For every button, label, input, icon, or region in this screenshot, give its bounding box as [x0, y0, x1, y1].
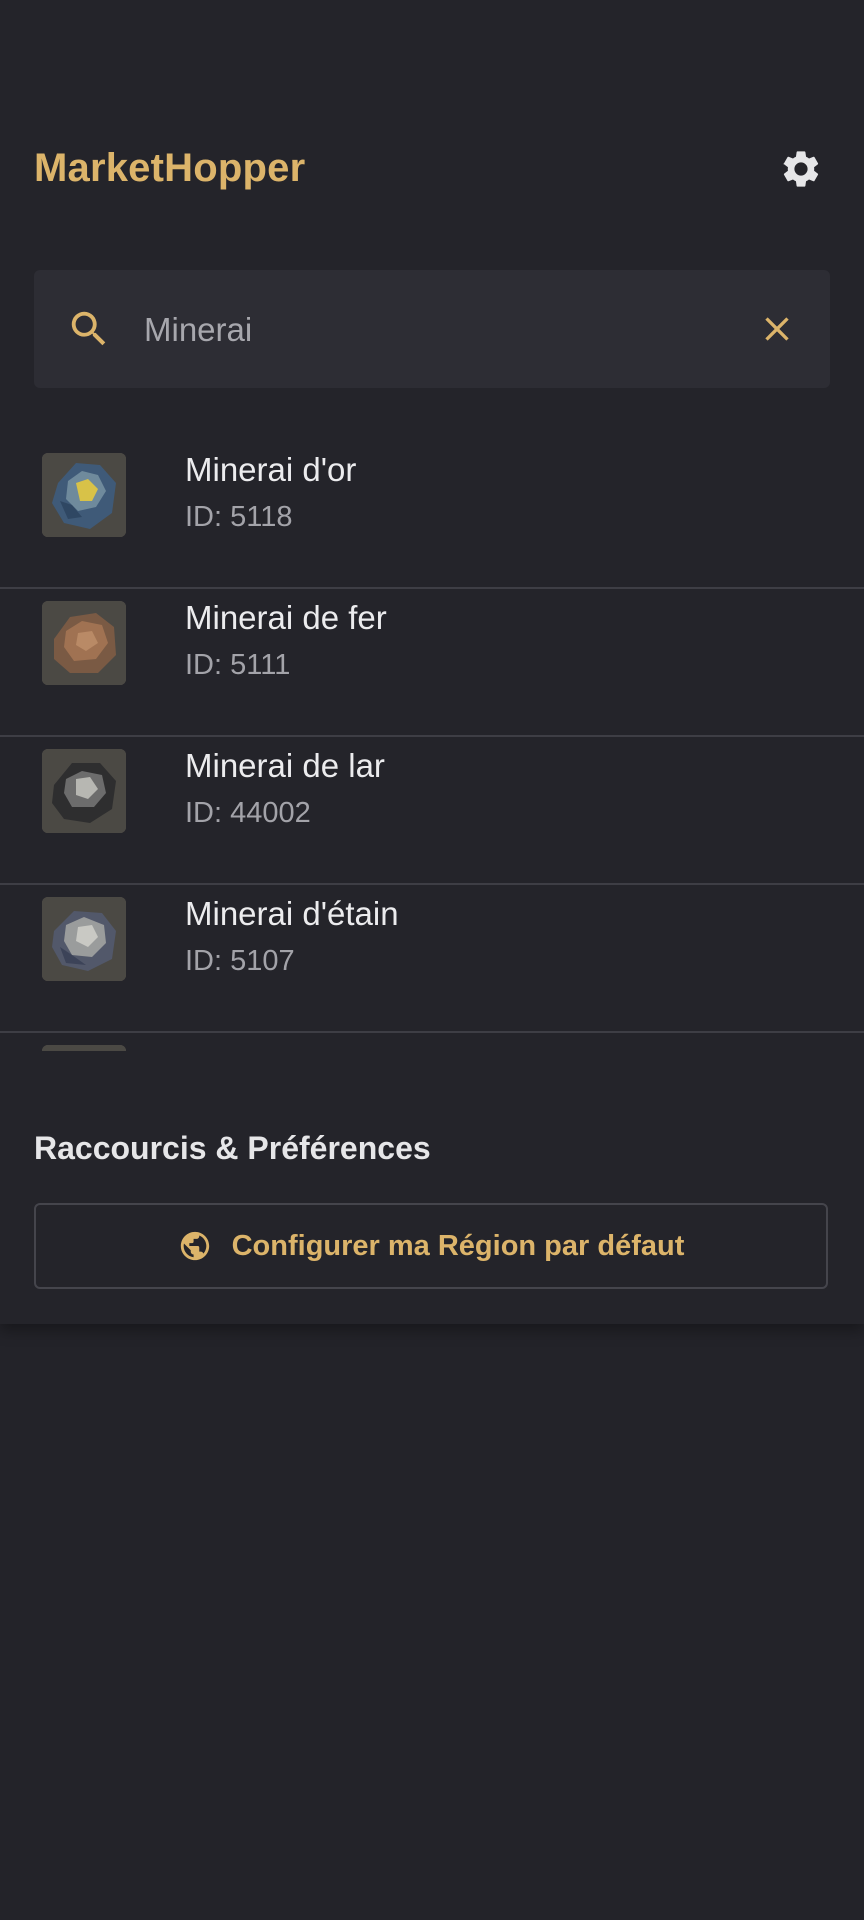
lar-ore-icon: [42, 749, 126, 833]
search-input[interactable]: [142, 294, 746, 366]
result-item-name: Minerai de fer: [185, 599, 387, 636]
app-screen: MarketHopper Minerai Minerai d'or ID: 51…: [0, 0, 864, 1920]
gold-ore-icon: [42, 453, 126, 537]
clear-search-button[interactable]: [752, 304, 802, 354]
result-item-partial[interactable]: [0, 1033, 864, 1051]
result-item-gold-ore[interactable]: Minerai d'or ID: 5118: [0, 441, 864, 589]
search-results-list: Minerai d'or ID: 5118 Minerai de fer ID:…: [0, 441, 864, 1051]
gear-icon: [783, 151, 819, 187]
settings-button[interactable]: [776, 144, 826, 194]
result-item-name: Minerai de lar: [185, 747, 385, 784]
result-item-id: ID: 44002: [185, 797, 311, 829]
search-bar: [34, 270, 830, 388]
configure-region-label: Configurer ma Région par défaut: [231, 1229, 685, 1262]
app-title: MarketHopper: [34, 146, 306, 190]
tin-ore-icon: [42, 897, 126, 981]
main-panel: MarketHopper Minerai Minerai d'or ID: 51…: [0, 0, 864, 1324]
app-header: MarketHopper: [0, 130, 864, 210]
search-icon: [71, 311, 106, 346]
result-item-id: ID: 5111: [185, 649, 291, 681]
partial-ore-icon: [42, 1045, 126, 1051]
configure-region-button[interactable]: Configurer ma Région par défaut: [34, 1203, 828, 1289]
result-item-lar-ore[interactable]: Minerai de lar ID: 44002: [0, 737, 864, 885]
close-icon: [765, 317, 789, 341]
result-item-iron-ore[interactable]: Minerai de fer ID: 5111: [0, 589, 864, 737]
result-item-name: Minerai d'étain: [185, 895, 399, 932]
result-item-name: Minerai d'or: [185, 451, 357, 488]
result-item-id: ID: 5107: [185, 945, 295, 977]
preferences-title: Raccourcis & Préférences: [34, 1130, 431, 1166]
result-item-tin-ore[interactable]: Minerai d'étain ID: 5107: [0, 885, 864, 1033]
result-item-id: ID: 5118: [185, 501, 293, 533]
iron-ore-icon: [42, 601, 126, 685]
globe-icon: [180, 1231, 209, 1261]
